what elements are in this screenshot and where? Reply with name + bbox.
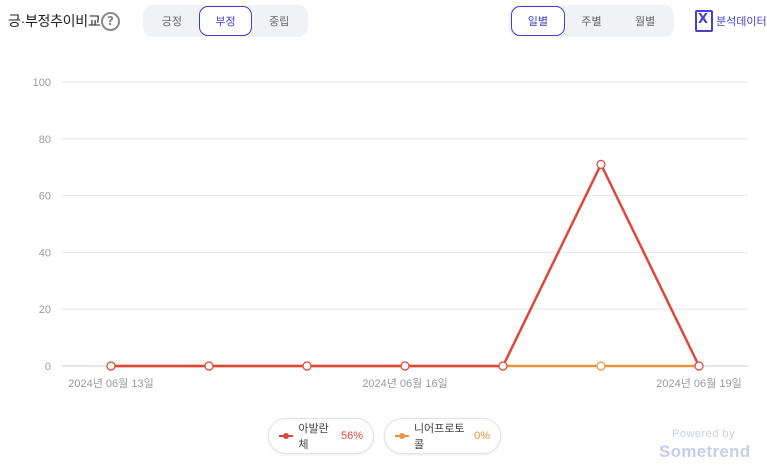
x-tick-label: 2024년 06월 13일 <box>68 376 153 390</box>
data-point-series-1 <box>106 361 116 371</box>
legend-item-series-2[interactable]: 니어프로토콜 0% <box>384 418 501 454</box>
data-point-series-1 <box>498 361 508 371</box>
y-tick-label: 20 <box>39 304 51 316</box>
legend-label-series-2: 니어프로토콜 <box>413 423 465 451</box>
y-tick-label: 0 <box>45 361 51 373</box>
y-tick-label: 40 <box>39 247 51 259</box>
data-point-series-1 <box>400 361 410 371</box>
y-tick-label: 100 <box>33 77 51 89</box>
legend-share-series-1: 56% <box>340 430 363 442</box>
line-chart: 0 20 40 60 80 100 2024년 06월 13일 2024년 06월 16일 20… <box>33 77 748 390</box>
legend-marker-series-2 <box>395 432 409 440</box>
data-point-series-2 <box>596 361 606 371</box>
powered-by-text: Powered by <box>672 428 736 440</box>
data-point-series-1 <box>596 159 606 169</box>
x-tick-label: 2024년 06월 16일 <box>362 376 447 390</box>
legend-share-series-2: 0% <box>474 430 490 442</box>
data-point-series-1 <box>302 361 312 371</box>
y-tick-label: 60 <box>39 191 51 203</box>
data-point-series-1 <box>694 361 704 371</box>
legend-marker-series-1 <box>279 432 293 440</box>
brand-logo: Sometrend <box>659 442 751 461</box>
legend-label-series-1: 아발란체 <box>298 423 329 451</box>
data-point-series-1 <box>204 361 214 371</box>
y-tick-label: 80 <box>39 134 51 146</box>
series-line-1 <box>111 163 701 368</box>
x-tick-label: 2024년 06월 19일 <box>656 376 741 390</box>
legend-item-series-1[interactable]: 아발란체 56% <box>268 418 374 454</box>
